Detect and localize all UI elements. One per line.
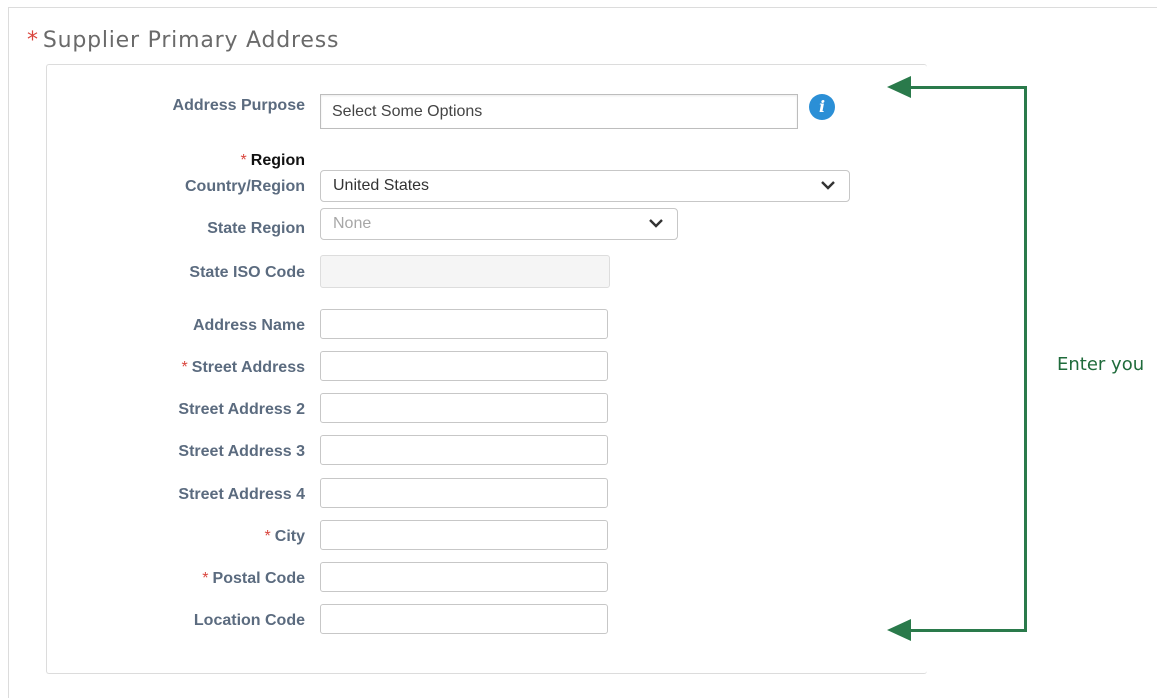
street-address-3-field[interactable] xyxy=(320,435,608,465)
state-region-label: State Region xyxy=(207,220,305,237)
annotation-bracket-vertical xyxy=(1024,87,1027,632)
state-region-select[interactable]: None xyxy=(320,208,678,240)
city-label: * City xyxy=(265,528,305,546)
arrow-left-icon xyxy=(887,76,911,98)
annotation-bracket-bottom xyxy=(910,629,1027,632)
annotation-bracket-top xyxy=(910,86,1027,89)
street-address-2-field[interactable] xyxy=(320,393,608,423)
street-address-2-label: Street Address 2 xyxy=(178,401,305,418)
section-title: * Supplier Primary Address xyxy=(27,28,339,53)
location-code-field[interactable] xyxy=(320,604,608,634)
street-address-label: * Street Address xyxy=(182,359,305,377)
street-address-field[interactable] xyxy=(320,351,608,381)
region-heading-text: Region xyxy=(250,152,305,169)
country-region-value: United States xyxy=(333,177,430,194)
postal-code-label: * Postal Code xyxy=(202,570,305,588)
chevron-down-icon xyxy=(649,219,663,228)
street-address-3-label: Street Address 3 xyxy=(178,443,305,460)
street-address-4-label: Street Address 4 xyxy=(178,486,305,503)
address-purpose-placeholder: Select Some Options xyxy=(332,103,483,120)
address-name-label: Address Name xyxy=(192,317,305,334)
arrow-left-icon xyxy=(887,619,911,641)
state-iso-code-field xyxy=(320,255,610,288)
info-icon[interactable]: i xyxy=(809,94,835,120)
annotation-text: Enter you xyxy=(1057,354,1145,375)
section-title-text: Supplier Primary Address xyxy=(42,28,340,53)
chevron-down-icon xyxy=(821,181,835,190)
country-region-select[interactable]: United States xyxy=(320,170,850,202)
street-address-4-field[interactable] xyxy=(320,478,608,508)
city-field[interactable] xyxy=(320,520,608,550)
postal-code-field[interactable] xyxy=(320,562,608,592)
location-code-label: Location Code xyxy=(193,612,305,629)
required-mark: * xyxy=(240,152,247,169)
required-mark: * xyxy=(264,528,271,545)
postal-code-label-text: Postal Code xyxy=(212,570,305,587)
country-region-label: Country/Region xyxy=(185,178,305,195)
state-iso-code-label: State ISO Code xyxy=(189,264,305,281)
address-purpose-multiselect[interactable]: Select Some Options xyxy=(320,94,798,129)
address-name-field[interactable] xyxy=(320,309,608,339)
required-mark: * xyxy=(202,570,209,587)
address-purpose-label: Address Purpose xyxy=(172,97,305,114)
region-heading: * Region xyxy=(241,152,305,170)
required-mark: * xyxy=(181,359,188,376)
state-region-value: None xyxy=(333,215,372,232)
city-label-text: City xyxy=(274,528,305,545)
street-address-label-text: Street Address xyxy=(191,359,305,376)
required-mark: * xyxy=(27,28,39,53)
